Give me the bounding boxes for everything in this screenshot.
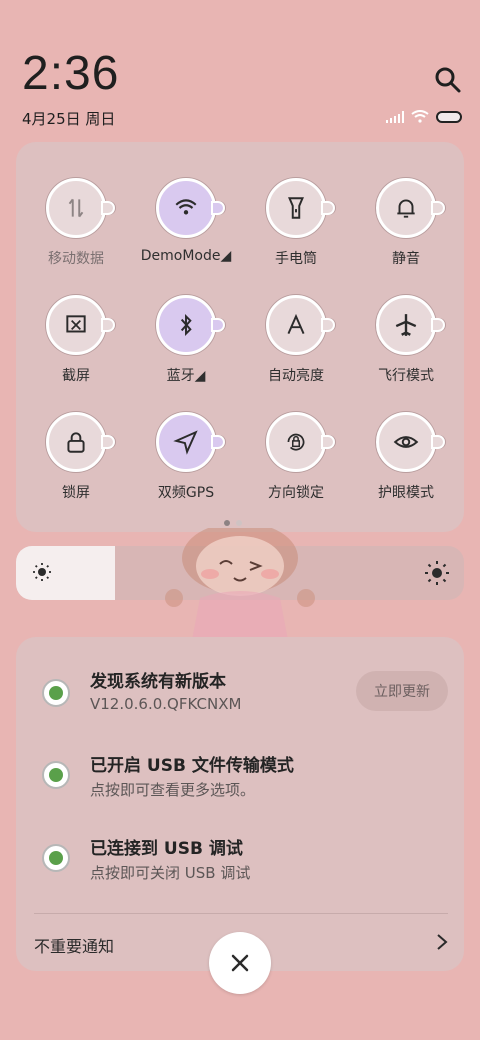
qs-tile-bell[interactable]: 静音 (350, 178, 462, 268)
wallpaper-character-illustration (165, 528, 315, 640)
qs-tile-label: 护眼模式 (378, 485, 434, 501)
android-system-icon (42, 844, 70, 872)
qs-tile-button[interactable] (376, 412, 445, 472)
qs-tile-button[interactable] (376, 295, 445, 355)
page-dot-active (224, 520, 230, 526)
update-now-button[interactable]: 立即更新 (356, 671, 448, 711)
qs-tile-lock[interactable]: 锁屏 (20, 412, 132, 502)
qs-tile-button[interactable] (46, 295, 115, 355)
updater-app-icon (42, 679, 70, 707)
page-indicator (224, 520, 242, 526)
qs-tile-button[interactable] (156, 295, 225, 355)
qs-tile-label: 方向锁定 (268, 485, 324, 501)
wifi-status-icon (411, 110, 429, 123)
qs-tile-label: 静音 (392, 251, 420, 267)
clock-date: 4月25日 周日 (22, 110, 116, 128)
qs-tile-eye[interactable]: 护眼模式 (350, 412, 462, 502)
qs-tile-bluetooth[interactable]: 蓝牙◢ (130, 295, 242, 385)
android-system-icon (42, 761, 70, 789)
qs-tile-label: 蓝牙◢ (166, 368, 206, 384)
qs-tile-auto-brightness[interactable]: 自动亮度 (240, 295, 352, 385)
qs-tile-label: 锁屏 (62, 485, 90, 501)
qs-tile-gps[interactable]: 双频GPS (130, 412, 242, 502)
eye-icon (393, 436, 419, 448)
qs-tile-label: 移动数据 (48, 251, 104, 267)
qs-tile-button[interactable] (156, 412, 225, 472)
signal-icon (386, 110, 404, 123)
clock-time: 2:36 (22, 47, 120, 100)
notification-subtitle: 点按即可关闭 USB 调试 (90, 864, 251, 882)
quick-settings-panel: 移动数据 DemoMode◢ 手电筒 静音截屏 蓝牙◢ 自动亮度 飞行模式锁屏 双频GPS 方向… (16, 142, 464, 532)
qs-tile-label: 手电筒 (275, 251, 317, 267)
close-button[interactable] (209, 932, 271, 994)
qs-tile-rotation-lock[interactable]: 方向锁定 (240, 412, 352, 502)
unimportant-notifications-link[interactable]: 不重要通知 (34, 933, 114, 957)
qs-tile-wifi[interactable]: DemoMode◢ (130, 178, 242, 264)
notification-title: 已开启 USB 文件传输模式 (90, 756, 294, 776)
qs-tile-label: 双频GPS (157, 485, 215, 501)
notification-title: 已连接到 USB 调试 (90, 839, 243, 859)
brightness-low-icon (33, 563, 51, 581)
qs-tile-label: 飞行模式 (378, 368, 434, 384)
search-icon[interactable] (434, 66, 462, 94)
qs-tile-button[interactable] (46, 178, 115, 238)
qs-tile-button[interactable] (266, 412, 335, 472)
notification-panel: 发现系统有新版本 V12.0.6.0.QFKCNXM 立即更新 已开启 USB … (16, 637, 464, 971)
screenshot-icon (66, 315, 86, 333)
qs-tile-label: DemoMode◢ (140, 248, 232, 264)
qs-tile-flashlight[interactable]: 手电筒 (240, 178, 352, 268)
wifi-icon (175, 199, 197, 215)
qs-tile-button[interactable] (46, 412, 115, 472)
qs-tile-button[interactable] (156, 178, 225, 238)
qs-tile-button[interactable] (376, 178, 445, 238)
qs-tile-label: 自动亮度 (268, 368, 324, 384)
battery-icon (436, 110, 462, 123)
qs-tile-mobile-data[interactable]: 移动数据 (20, 178, 132, 268)
notification-title: 发现系统有新版本 (90, 672, 226, 692)
qs-tile-button[interactable] (266, 295, 335, 355)
auto-brightness-icon (287, 313, 305, 335)
rotation-lock-icon (287, 433, 305, 451)
bell-icon (397, 199, 415, 218)
chevron-right-icon[interactable] (436, 933, 448, 951)
page-dot-inactive (236, 520, 242, 526)
qs-tile-airplane[interactable]: 飞行模式 (350, 295, 462, 385)
status-bar (386, 110, 462, 123)
qs-tile-button[interactable] (266, 178, 335, 238)
gps-icon (173, 430, 198, 455)
qs-tile-label: 截屏 (62, 368, 90, 384)
divider (34, 913, 448, 914)
notification-subtitle: 点按即可查看更多选项。 (90, 781, 256, 799)
flashlight-icon (288, 197, 304, 219)
lock-icon (67, 432, 85, 453)
airplane-icon (395, 314, 417, 336)
qs-tile-screenshot[interactable]: 截屏 (20, 295, 132, 385)
mobile-data-icon (68, 198, 84, 218)
brightness-high-icon (425, 561, 449, 585)
notification-subtitle: V12.0.6.0.QFKCNXM (90, 695, 242, 713)
brightness-fill (16, 546, 115, 600)
close-icon (231, 954, 249, 972)
bluetooth-icon (180, 313, 192, 337)
